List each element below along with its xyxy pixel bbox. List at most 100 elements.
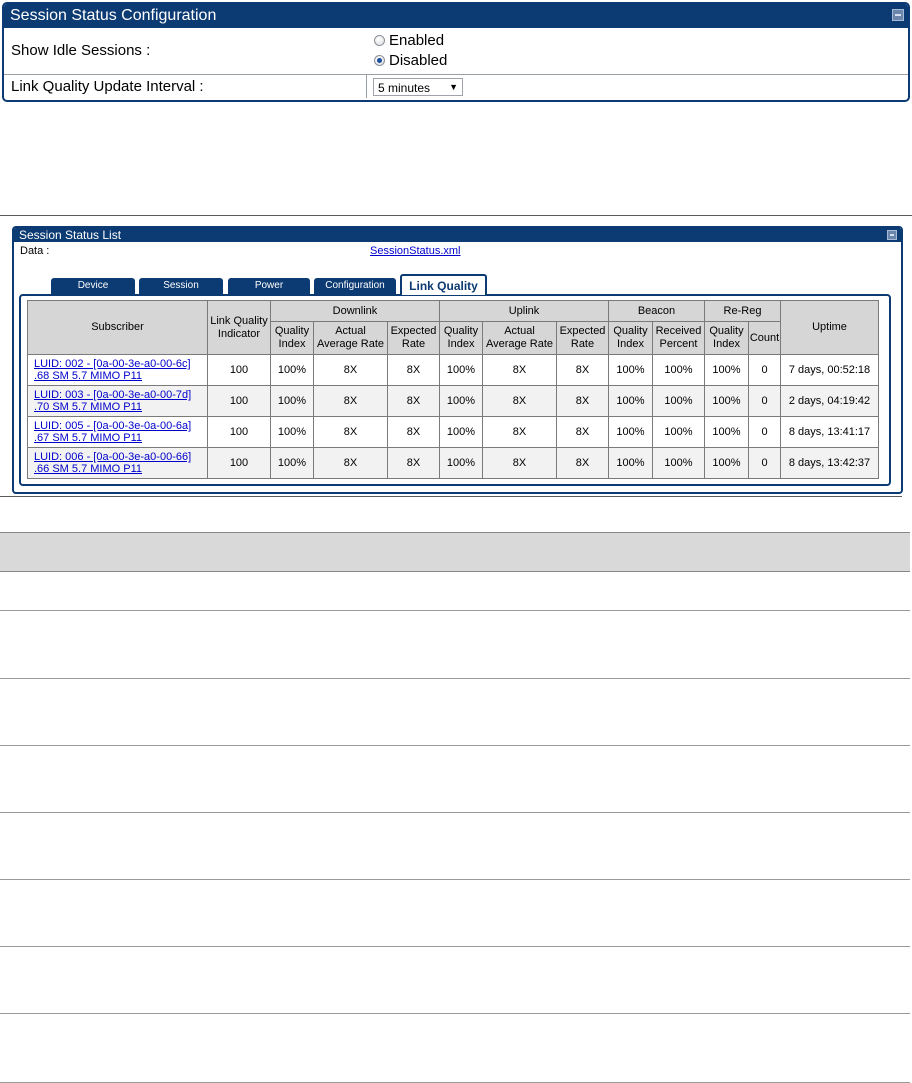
lqi-cell: 100: [207, 354, 271, 386]
table-row: [0, 572, 910, 611]
header-beacon-quality-index: Quality Index: [608, 321, 653, 355]
tab-power[interactable]: Power: [228, 278, 310, 294]
rereg-count-cell: 0: [748, 385, 781, 417]
subscriber-link[interactable]: LUID: 006 - [0a-00-3e-a0-00-66] .66 SM 5.…: [34, 451, 191, 475]
header-beacon: Beacon: [608, 300, 705, 322]
rereg-count-cell: 0: [748, 354, 781, 386]
dl-expected-cell: 8X: [387, 354, 440, 386]
header-downlink: Downlink: [270, 300, 440, 322]
dropdown-arrow-icon[interactable]: ▼: [449, 83, 458, 92]
header-downlink-quality-index: Quality Index: [270, 321, 314, 355]
table-row: [0, 611, 910, 679]
beacon-qi-cell: 100%: [608, 416, 653, 448]
dl-expected-cell: 8X: [387, 416, 440, 448]
subscriber-link[interactable]: LUID: 002 - [0a-00-3e-a0-00-6c] .68 SM 5.…: [34, 358, 191, 382]
tab-device[interactable]: Device: [51, 278, 135, 294]
header-uplink-quality-index: Quality Index: [439, 321, 483, 355]
dl-qi-cell: 100%: [270, 354, 314, 386]
subscriber-desc[interactable]: .66 SM 5.7 MIMO P11: [34, 463, 142, 475]
uptime-cell: 2 days, 04:19:42: [780, 385, 879, 417]
uptime-cell: 8 days, 13:41:17: [780, 416, 879, 448]
header-downlink-actual-rate: Actual Average Rate: [313, 321, 388, 355]
subscriber-link[interactable]: LUID: 005 - [0a-00-3e-0a-00-6a] .67 SM 5.…: [34, 420, 191, 444]
figure-top-rule: [0, 215, 912, 216]
subscriber-id[interactable]: LUID: 005 - [0a-00-3e-0a-00-6a]: [34, 420, 191, 432]
subscriber-desc[interactable]: .67 SM 5.7 MIMO P11: [34, 432, 142, 444]
beacon-qi-cell: 100%: [608, 385, 653, 417]
link-quality-table-frame: Subscriber Link Quality Indicator Downli…: [19, 294, 891, 486]
beacon-recv-cell: 100%: [652, 447, 705, 479]
table-row: [0, 880, 910, 947]
ul-qi-cell: 100%: [439, 447, 483, 479]
table-row: [0, 947, 910, 1014]
dl-actual-cell: 8X: [313, 354, 388, 386]
table-row: LUID: 005 - [0a-00-3e-0a-00-6a] .67 SM 5.…: [27, 416, 879, 448]
link-quality-interval-label: Link Quality Update Interval :: [11, 78, 204, 95]
ul-expected-cell: 8X: [556, 354, 609, 386]
subscriber-id[interactable]: LUID: 003 - [0a-00-3e-a0-00-7d]: [34, 389, 191, 401]
radio-checked-icon[interactable]: [374, 55, 385, 66]
idle-disabled-label: Disabled: [389, 52, 448, 69]
tab-link-quality[interactable]: Link Quality: [400, 274, 487, 295]
rereg-count-cell: 0: [748, 416, 781, 448]
rereg-qi-cell: 100%: [704, 354, 749, 386]
header-uplink: Uplink: [439, 300, 609, 322]
list-panel-titlebar: Session Status List: [14, 228, 901, 242]
uptime-cell: 8 days, 13:42:37: [780, 447, 879, 479]
uptime-cell: 7 days, 00:52:18: [780, 354, 879, 386]
idle-disabled-radio[interactable]: Disabled: [374, 52, 447, 69]
column-divider: [366, 74, 367, 98]
update-interval-select[interactable]: 5 minutes ▼: [373, 78, 463, 96]
beacon-qi-cell: 100%: [608, 354, 653, 386]
subscriber-desc[interactable]: .68 SM 5.7 MIMO P11: [34, 370, 142, 382]
ul-expected-cell: 8X: [556, 447, 609, 479]
tab-session[interactable]: Session: [139, 278, 223, 294]
header-re-reg: Re-Reg: [704, 300, 781, 322]
list-panel-title: Session Status List: [19, 228, 122, 242]
description-table: [0, 532, 910, 1083]
session-status-list-panel: Session Status List Data : SessionStatus…: [12, 226, 903, 494]
idle-sessions-label: Show Idle Sessions :: [11, 42, 151, 59]
session-status-xml-link[interactable]: SessionStatus.xml: [370, 245, 460, 257]
table-row: LUID: 002 - [0a-00-3e-a0-00-6c] .68 SM 5.…: [27, 354, 879, 386]
tab-configuration[interactable]: Configuration: [314, 278, 396, 294]
dl-actual-cell: 8X: [313, 447, 388, 479]
beacon-recv-cell: 100%: [652, 354, 705, 386]
header-subscriber: Subscriber: [27, 300, 208, 355]
subscriber-id[interactable]: LUID: 006 - [0a-00-3e-a0-00-66]: [34, 451, 191, 463]
header-uplink-expected-rate: Expected Rate: [556, 321, 609, 355]
dl-qi-cell: 100%: [270, 447, 314, 479]
ul-actual-cell: 8X: [482, 385, 557, 417]
radio-unchecked-icon[interactable]: [374, 35, 385, 46]
dl-actual-cell: 8X: [313, 385, 388, 417]
table-row: [0, 746, 910, 813]
table-row: LUID: 006 - [0a-00-3e-a0-00-66] .66 SM 5.…: [27, 447, 879, 479]
subscriber-cell: LUID: 002 - [0a-00-3e-a0-00-6c] .68 SM 5.…: [27, 354, 208, 386]
dl-expected-cell: 8X: [387, 385, 440, 417]
link-quality-interval-row: Link Quality Update Interval : 5 minutes…: [4, 75, 908, 99]
beacon-recv-cell: 100%: [652, 416, 705, 448]
collapse-icon[interactable]: [887, 230, 897, 240]
table-row: [0, 679, 910, 746]
idle-enabled-radio[interactable]: Enabled: [374, 32, 444, 49]
subscriber-id[interactable]: LUID: 002 - [0a-00-3e-a0-00-6c]: [34, 358, 191, 370]
ul-actual-cell: 8X: [482, 416, 557, 448]
header-rereg-count: Count: [748, 321, 781, 355]
ul-actual-cell: 8X: [482, 354, 557, 386]
dl-actual-cell: 8X: [313, 416, 388, 448]
header-uptime: Uptime: [780, 300, 879, 355]
rereg-qi-cell: 100%: [704, 385, 749, 417]
idle-sessions-row: Show Idle Sessions : Enabled Disabled: [4, 28, 908, 75]
header-link-quality-indicator: Link Quality Indicator: [207, 300, 271, 355]
ul-qi-cell: 100%: [439, 416, 483, 448]
figure-bottom-rule: [0, 496, 902, 497]
collapse-icon[interactable]: [892, 9, 904, 21]
subscriber-link[interactable]: LUID: 003 - [0a-00-3e-a0-00-7d] .70 SM 5.…: [34, 389, 191, 413]
lqi-cell: 100: [207, 385, 271, 417]
data-label: Data :: [20, 245, 50, 257]
table-row: [0, 813, 910, 880]
header-uplink-actual-rate: Actual Average Rate: [482, 321, 557, 355]
ul-actual-cell: 8X: [482, 447, 557, 479]
subscriber-desc[interactable]: .70 SM 5.7 MIMO P11: [34, 401, 142, 413]
subscriber-cell: LUID: 003 - [0a-00-3e-a0-00-7d] .70 SM 5.…: [27, 385, 208, 417]
